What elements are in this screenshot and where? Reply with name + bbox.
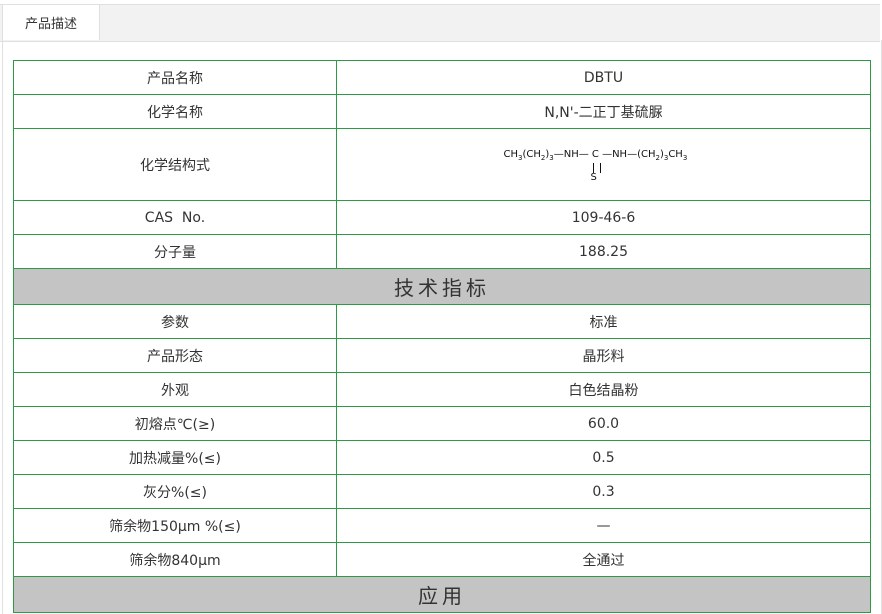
row-value: 0.3 — [336, 474, 871, 509]
table-row: 筛余物840μm 全通过 — [13, 542, 871, 577]
row-value: 白色结晶粉 — [336, 372, 871, 407]
product-spec-table: 产品名称 DBTU 化学名称 N,N'-二正丁基硫脲 化学结构式 CH3(CH2… — [13, 60, 871, 613]
row-label: 筛余物840μm — [13, 542, 337, 577]
section-title: 技术指标 — [13, 268, 871, 305]
row-label: 外观 — [13, 372, 337, 407]
row-value: 标准 — [336, 304, 871, 339]
table-row: 加热减量%(≤) 0.5 — [13, 440, 871, 475]
row-value-structure: CH3(CH2)3—NH— C —NH—(CH2)3CH3 S — [336, 128, 871, 201]
table-row: 筛余物150μm %(≤) — — [13, 508, 871, 543]
row-label: 参数 — [13, 304, 337, 339]
table-row: 产品形态 晶形料 — [13, 338, 871, 373]
row-value-product-name: DBTU — [336, 60, 871, 95]
table-row: 参数 标准 — [13, 304, 871, 339]
row-value-chemical-name: N,N'-二正丁基硫脲 — [336, 94, 871, 129]
section-header-application: 应用 — [13, 576, 871, 613]
row-label-chemical-name: 化学名称 — [13, 94, 337, 129]
table-row: 初熔点℃(≥) 60.0 — [13, 406, 871, 441]
table-row: 产品名称 DBTU — [13, 60, 871, 95]
row-label-cas: CAS No. — [13, 200, 337, 235]
row-value: 0.5 — [336, 440, 871, 475]
table-row: 灰分%(≤) 0.3 — [13, 474, 871, 509]
row-label-structure: 化学结构式 — [13, 128, 337, 201]
row-label: 产品形态 — [13, 338, 337, 373]
formula-main: CH3(CH2)3—NH— C —NH—(CH2)3CH3 — [503, 148, 688, 162]
row-value-cas: 109-46-6 — [336, 200, 871, 235]
section-title: 应用 — [13, 576, 871, 613]
structural-formula: CH3(CH2)3—NH— C —NH—(CH2)3CH3 S — [504, 143, 704, 183]
row-value: 晶形料 — [336, 338, 871, 373]
row-label: 灰分%(≤) — [13, 474, 337, 509]
row-label-molecular-weight: 分子量 — [13, 234, 337, 269]
table-row: 分子量 188.25 — [13, 234, 871, 269]
row-label: 加热减量%(≤) — [13, 440, 337, 475]
table-row: 外观 白色结晶粉 — [13, 372, 871, 407]
row-value: — — [336, 508, 871, 543]
section-header-technical-index: 技术指标 — [13, 268, 871, 305]
row-value: 全通过 — [336, 542, 871, 577]
formula-sulfur: S — [590, 171, 597, 183]
table-row: 化学结构式 CH3(CH2)3—NH— C —NH—(CH2)3CH3 S — [13, 128, 871, 201]
row-value-molecular-weight: 188.25 — [336, 234, 871, 269]
tab-bar — [0, 4, 880, 42]
table-row: 化学名称 N,N'-二正丁基硫脲 — [13, 94, 871, 129]
row-value: 60.0 — [336, 406, 871, 441]
row-label: 筛余物150μm %(≤) — [13, 508, 337, 543]
row-label-product-name: 产品名称 — [13, 60, 337, 95]
table-row: CAS No. 109-46-6 — [13, 200, 871, 235]
row-label: 初熔点℃(≥) — [13, 406, 337, 441]
tab-product-description[interactable]: 产品描述 — [2, 4, 100, 40]
